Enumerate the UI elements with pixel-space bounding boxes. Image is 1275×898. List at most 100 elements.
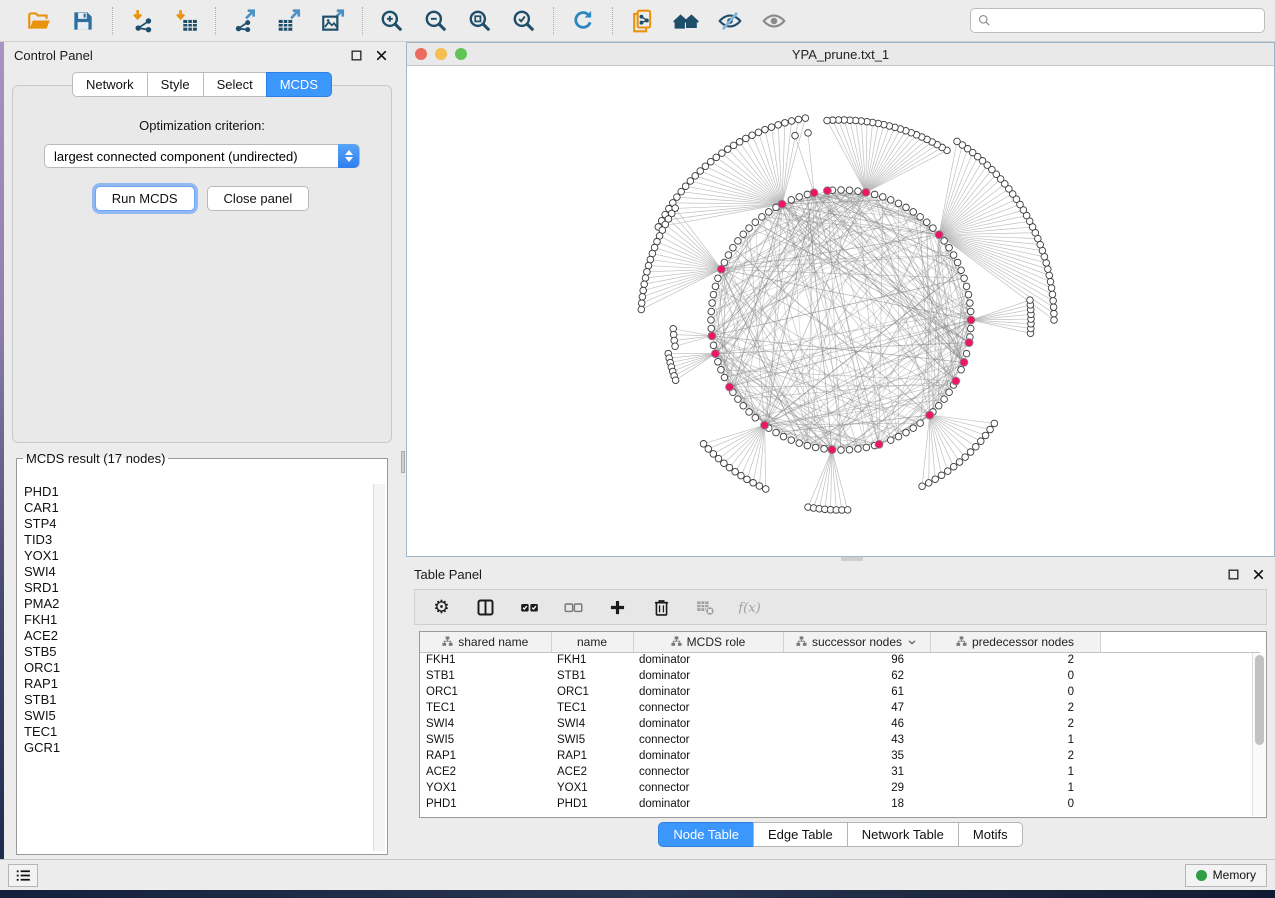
mcds-result-item[interactable]: FKH1 [19,612,372,628]
tab-edge-table[interactable]: Edge Table [753,822,847,847]
network-node[interactable] [780,433,787,440]
network-node[interactable] [647,256,654,263]
table-scrollbar[interactable] [1252,653,1265,816]
select-all-button[interactable] [517,595,541,619]
network-node[interactable] [707,158,714,165]
network-hub-node[interactable] [761,421,769,429]
network-hub-node[interactable] [708,332,716,340]
zoom-fit-button[interactable] [465,6,495,36]
network-node[interactable] [895,200,902,207]
network-node[interactable] [715,358,722,365]
network-node[interactable] [672,377,679,384]
export-table-button[interactable] [274,6,304,36]
network-node[interactable] [640,287,647,294]
memory-button[interactable]: Memory [1185,864,1267,887]
open-session-button[interactable] [24,6,54,36]
export-network-button[interactable] [230,6,260,36]
table-row[interactable]: SWI5SWI5connector431 [420,732,1260,748]
network-node[interactable] [961,275,968,282]
network-node[interactable] [721,259,728,266]
column-header-shared-name[interactable]: shared name [420,632,551,652]
show-columns-button[interactable] [473,595,497,619]
mcds-result-scrollbar[interactable] [373,484,385,851]
network-hub-node[interactable] [823,187,831,195]
network-node[interactable] [1049,291,1056,298]
network-node[interactable] [954,138,961,145]
network-node[interactable] [672,343,679,350]
network-hub-node[interactable] [810,189,818,197]
network-node[interactable] [919,483,926,490]
mcds-result-item[interactable]: SWI5 [19,708,372,724]
network-node[interactable] [687,178,694,185]
network-node[interactable] [692,173,699,180]
network-node[interactable] [917,420,924,427]
import-network-button[interactable] [127,6,157,36]
network-hub-node[interactable] [960,358,968,366]
column-header-name[interactable]: name [551,632,633,652]
network-node[interactable] [709,300,716,307]
network-node[interactable] [752,219,759,226]
mcds-result-item[interactable]: TEC1 [19,724,372,740]
apply-layout-button[interactable] [568,6,598,36]
network-node[interactable] [821,446,828,453]
delete-column-button[interactable] [649,595,673,619]
network-hub-node[interactable] [952,377,960,385]
mcds-result-item[interactable]: CAR1 [19,500,372,516]
network-node[interactable] [967,308,974,315]
column-header-MCDS-role[interactable]: MCDS role [633,632,783,652]
network-hub-node[interactable] [926,411,934,419]
view-menu-button[interactable] [8,864,38,887]
float-table-panel-button[interactable] [1225,566,1242,583]
network-node[interactable] [950,252,957,259]
network-node[interactable] [1051,310,1058,317]
float-panel-button[interactable] [348,47,365,64]
column-header-successor-nodes[interactable]: successor nodes [783,632,930,652]
network-node[interactable] [708,308,715,315]
network-node[interactable] [855,188,862,195]
network-node[interactable] [732,468,739,475]
new-network-from-selection-button[interactable] [627,6,657,36]
network-node[interactable] [740,402,747,409]
network-hub-node[interactable] [828,446,836,454]
network-node[interactable] [935,402,942,409]
network-node[interactable] [762,126,769,133]
network-node[interactable] [746,409,753,416]
tab-network-table[interactable]: Network Table [847,822,958,847]
network-node[interactable] [638,306,645,313]
network-node[interactable] [962,454,969,461]
network-node[interactable] [972,443,979,450]
network-node[interactable] [721,374,728,381]
network-node[interactable] [735,396,742,403]
network-node[interactable] [788,437,795,444]
mcds-result-item[interactable]: ACE2 [19,628,372,644]
network-node[interactable] [812,444,819,451]
network-hub-node[interactable] [726,383,734,391]
network-hub-node[interactable] [967,316,975,324]
network-node[interactable] [910,425,917,432]
search-box[interactable] [970,8,1265,33]
network-node[interactable] [639,294,646,301]
network-node[interactable] [982,432,989,439]
network-node[interactable] [719,150,726,157]
network-node[interactable] [1045,266,1052,273]
network-node[interactable] [710,451,717,458]
network-node[interactable] [730,244,737,251]
network-node[interactable] [1027,297,1034,304]
network-node[interactable] [782,120,789,127]
network-node[interactable] [740,231,747,238]
import-table-button[interactable] [171,6,201,36]
network-node[interactable] [641,281,648,288]
network-node[interactable] [702,163,709,170]
mcds-result-item[interactable]: TID3 [19,532,372,548]
vertical-splitter[interactable] [400,42,406,859]
network-node[interactable] [762,486,769,493]
deselect-all-button[interactable] [561,595,585,619]
mcds-result-item[interactable]: STP4 [19,516,372,532]
network-node[interactable] [958,267,965,274]
network-node[interactable] [682,183,689,190]
network-node[interactable] [645,262,652,269]
tab-node-table[interactable]: Node Table [658,822,753,847]
network-hub-node[interactable] [717,265,725,273]
network-node[interactable] [746,225,753,232]
network-node[interactable] [1041,253,1048,260]
